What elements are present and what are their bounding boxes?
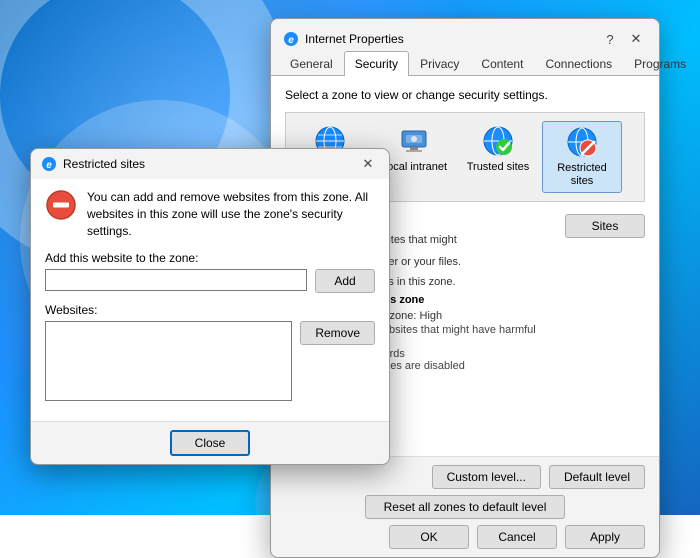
websites-box-row: Remove	[45, 321, 375, 401]
info-row: You can add and remove websites from thi…	[45, 189, 375, 239]
reset-all-zones-button[interactable]: Reset all zones to default level	[365, 495, 565, 519]
ie-icon: e	[283, 31, 299, 47]
zone-trusted[interactable]: Trusted sites	[458, 121, 538, 193]
cancel-button[interactable]: Cancel	[477, 525, 557, 549]
intranet-zone-icon	[398, 125, 430, 157]
restricted-zone-label: Restricted sites	[545, 162, 619, 188]
help-button[interactable]: ?	[599, 28, 621, 50]
add-website-input[interactable]	[45, 269, 307, 291]
restricted-title-left: e Restricted sites	[41, 156, 145, 172]
restricted-zone-icon	[566, 126, 598, 158]
add-button[interactable]: Add	[315, 269, 375, 293]
restricted-sites-content: You can add and remove websites from thi…	[31, 179, 389, 421]
restricted-dialog-ie-icon: e	[41, 156, 57, 172]
trusted-zone-icon	[482, 125, 514, 157]
websites-list[interactable]	[45, 321, 292, 401]
tab-privacy[interactable]: Privacy	[409, 51, 470, 76]
restricted-dialog-title: Restricted sites	[63, 157, 145, 171]
title-controls: ? ✕	[599, 28, 647, 50]
tab-programs[interactable]: Programs	[623, 51, 697, 76]
add-website-row: Add	[45, 269, 375, 293]
no-entry-icon	[45, 189, 77, 221]
dialog-footer: Custom level... Default level Reset all …	[271, 456, 659, 557]
custom-level-button[interactable]: Custom level...	[432, 465, 541, 489]
default-level-button[interactable]: Default level	[549, 465, 645, 489]
svg-text:e: e	[288, 35, 294, 46]
title-left: e Internet Properties	[283, 31, 404, 47]
add-website-label: Add this website to the zone:	[45, 251, 375, 265]
restricted-close-x-button[interactable]: ✕	[357, 153, 379, 175]
zone-instruction: Select a zone to view or change security…	[285, 88, 645, 102]
sites-button-col: Sites	[565, 214, 645, 372]
footer-row-reset: Reset all zones to default level	[285, 495, 645, 519]
websites-label: Websites:	[45, 303, 375, 317]
restricted-sites-dialog: e Restricted sites ✕ You can add and rem…	[30, 148, 390, 465]
tab-connections[interactable]: Connections	[534, 51, 623, 76]
ok-button[interactable]: OK	[389, 525, 469, 549]
restricted-sites-titlebar: e Restricted sites ✕	[31, 149, 389, 179]
tab-security[interactable]: Security	[344, 51, 409, 76]
tab-general[interactable]: General	[279, 51, 344, 76]
tab-content[interactable]: Content	[470, 51, 534, 76]
restricted-title-controls: ✕	[357, 153, 379, 175]
trusted-zone-label: Trusted sites	[467, 161, 530, 174]
intranet-zone-label: Local intranet	[381, 161, 447, 174]
apply-button[interactable]: Apply	[565, 525, 645, 549]
restricted-sites-footer: Close	[31, 421, 389, 464]
restricted-close-button[interactable]: Close	[170, 430, 250, 456]
info-text: You can add and remove websites from thi…	[87, 189, 375, 239]
sites-button[interactable]: Sites	[565, 214, 645, 238]
footer-row-ok-cancel: OK Cancel Apply	[285, 525, 645, 549]
close-button[interactable]: ✕	[625, 28, 647, 50]
tabs-bar: General Security Privacy Content Connect…	[271, 51, 659, 76]
footer-row-buttons: Custom level... Default level	[285, 465, 645, 489]
internet-properties-titlebar: e Internet Properties ? ✕	[271, 19, 659, 51]
dialog-title: Internet Properties	[305, 32, 404, 46]
remove-button[interactable]: Remove	[300, 321, 375, 345]
zone-restricted[interactable]: Restricted sites	[542, 121, 622, 193]
svg-text:e: e	[46, 160, 52, 171]
